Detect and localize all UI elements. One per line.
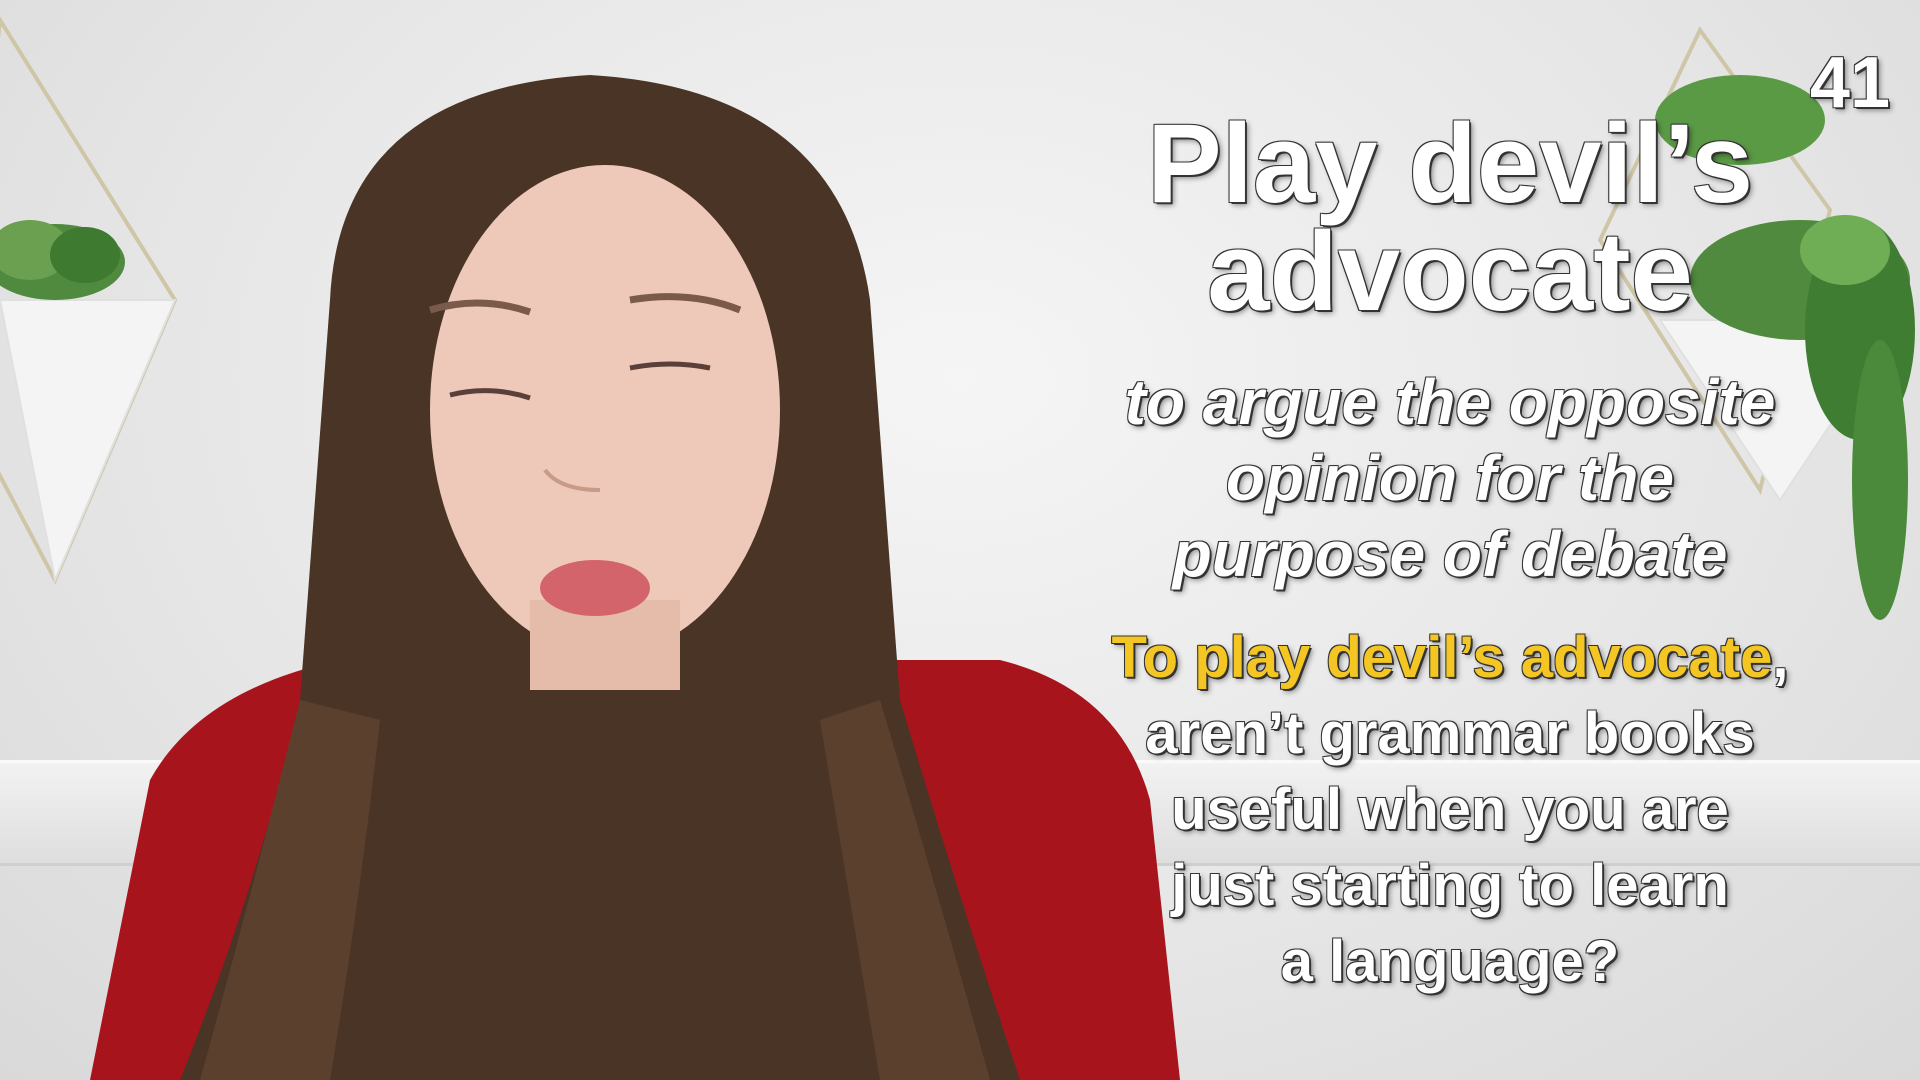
example-line-2: aren’t grammar books bbox=[1145, 701, 1755, 766]
example-comma: , bbox=[1772, 625, 1789, 690]
left-hanging-planter bbox=[0, 16, 178, 585]
caption-overlay: Play devil’s advocate to argue the oppos… bbox=[1040, 101, 1860, 1000]
example-line-3: useful when you are bbox=[1171, 777, 1729, 842]
example-line-5: a language? bbox=[1280, 929, 1620, 994]
presenter bbox=[90, 75, 1180, 1080]
idiom-definition: to argue the opposite opinion for the pu… bbox=[1040, 364, 1860, 592]
definition-line-2: opinion for the bbox=[1226, 442, 1674, 514]
title-line-2: advocate bbox=[1207, 209, 1693, 334]
video-frame: 41 Play devil’s advocate to argue the op… bbox=[0, 0, 1920, 1080]
title-line-1: Play devil’s bbox=[1147, 101, 1753, 226]
example-line-4: just starting to learn bbox=[1171, 853, 1729, 918]
definition-line-1: to argue the opposite bbox=[1124, 366, 1776, 438]
definition-line-3: purpose of debate bbox=[1172, 518, 1728, 590]
example-highlight: To play devil’s advocate bbox=[1111, 625, 1773, 690]
idiom-title: Play devil’s advocate bbox=[1040, 101, 1860, 334]
example-line-1: To play devil’s advocate, bbox=[1040, 620, 1860, 696]
example-sentence: To play devil’s advocate, aren’t grammar… bbox=[1040, 620, 1860, 1000]
